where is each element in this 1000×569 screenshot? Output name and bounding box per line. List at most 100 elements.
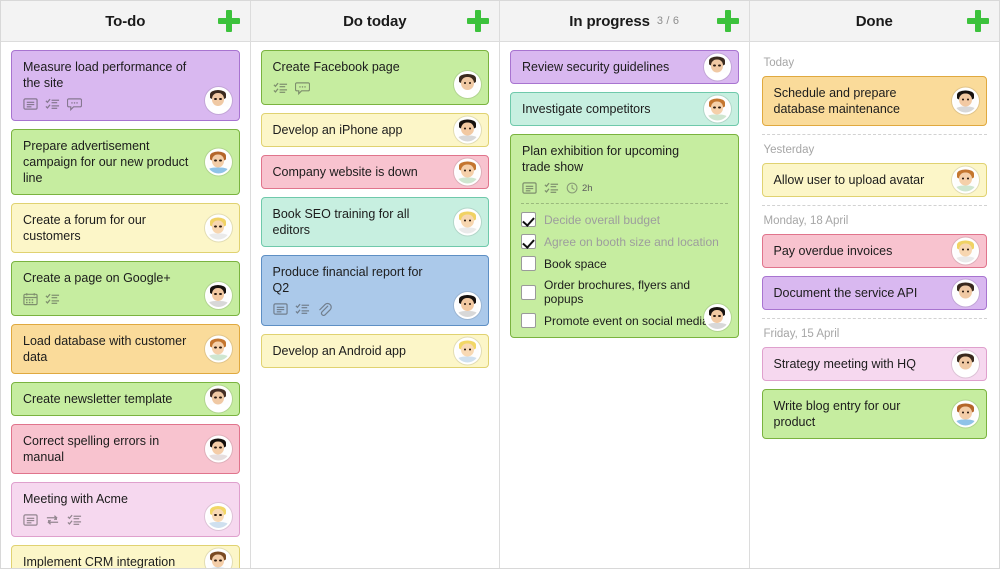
card[interactable]: Create newsletter template (11, 382, 240, 416)
card[interactable]: Document the service API (761, 276, 987, 310)
column-card-list: Measure load performance of the site Prep… (1, 42, 250, 568)
card[interactable]: Develop an iPhone app (260, 113, 489, 147)
card[interactable]: Measure load performance of the site (11, 50, 240, 121)
avatar[interactable] (454, 116, 481, 144)
comment-icon (67, 97, 82, 111)
avatar[interactable] (952, 400, 979, 428)
avatar[interactable] (952, 350, 979, 378)
attachment-icon (317, 302, 332, 316)
avatar[interactable] (703, 95, 731, 123)
column-card-count: 3 / 6 (656, 15, 680, 27)
card-title: Plan exhibition for upcoming trade show (522, 144, 680, 174)
checkbox-checked[interactable] (521, 212, 536, 227)
card-title: Strategy meeting with HQ (773, 357, 916, 371)
checklist-item-label: Decide overall budget (544, 212, 661, 227)
card[interactable]: Implement CRM integration (11, 545, 240, 568)
avatar[interactable] (204, 435, 232, 463)
avatar[interactable] (952, 279, 979, 307)
avatar[interactable] (703, 53, 731, 81)
card-title: Create Facebook page (272, 60, 400, 74)
card[interactable]: Company website is down (260, 155, 489, 189)
card[interactable]: Create Facebook page (260, 50, 489, 105)
date-group-label: Monday, 18 April (763, 215, 849, 227)
card[interactable]: Develop an Android app (260, 334, 489, 368)
card[interactable]: Allow user to upload avatar (761, 163, 987, 197)
column-header: Do today (250, 1, 499, 42)
card-title: Create a page on Google+ (23, 271, 171, 285)
card-title: Load database with customer data (23, 334, 187, 364)
checklist-item[interactable]: Book space (521, 256, 728, 271)
card[interactable]: Create a page on Google+ (11, 261, 240, 316)
date-group: Yesterday Allow user to upload avatar (761, 134, 987, 197)
checkbox-unchecked[interactable] (521, 284, 536, 300)
avatar[interactable] (204, 548, 232, 568)
column-card-list: Review security guidelines Investigate co… (500, 42, 749, 568)
avatar[interactable] (703, 304, 731, 331)
checklist-item[interactable]: Decide overall budget (521, 212, 728, 227)
card[interactable]: Investigate competitors (510, 92, 739, 126)
checklist-icon (45, 292, 60, 306)
date-group-label: Today (763, 57, 795, 69)
card-title: Implement CRM integration (23, 555, 176, 568)
card[interactable]: Write blog entry for our product (761, 389, 987, 439)
card[interactable]: Correct spelling errors in manual (11, 424, 240, 474)
card[interactable]: Produce financial report for Q2 (260, 255, 489, 326)
column-title: Do today (343, 12, 407, 30)
avatar[interactable] (204, 148, 232, 176)
card-meta-icons (23, 96, 193, 112)
column-title: Done (855, 12, 893, 30)
description-icon (23, 97, 38, 111)
add-card-button[interactable] (967, 10, 989, 32)
avatar[interactable] (454, 337, 481, 365)
card[interactable]: Meeting with Acme (11, 482, 240, 537)
avatar[interactable] (454, 158, 481, 186)
time-estimate-badge: 2h (566, 181, 593, 195)
column-title: In progress (569, 12, 650, 30)
checklist-icon (544, 181, 559, 195)
avatar[interactable] (952, 237, 979, 265)
avatar[interactable] (454, 208, 481, 236)
avatar[interactable] (454, 292, 481, 319)
clock-icon (566, 181, 579, 195)
card[interactable]: Book SEO training for all editors (260, 197, 489, 247)
avatar[interactable] (454, 71, 481, 98)
card[interactable]: Strategy meeting with HQ (761, 347, 987, 381)
avatar[interactable] (952, 166, 979, 194)
checklist-item[interactable]: Order brochures, flyers and popups (521, 278, 728, 306)
card-title: Review security guidelines (522, 60, 670, 74)
comment-icon (294, 81, 310, 95)
checkbox-checked[interactable] (521, 234, 536, 249)
card[interactable]: Pay overdue invoices (761, 234, 987, 268)
card[interactable]: Review security guidelines (510, 50, 739, 84)
add-card-button[interactable] (217, 10, 240, 32)
avatar[interactable] (204, 385, 232, 413)
checklist-item[interactable]: Promote event on social media (521, 313, 728, 328)
card[interactable]: Plan exhibition for upcoming trade show 2… (510, 134, 739, 338)
card[interactable]: Schedule and prepare database maintenanc… (761, 76, 987, 126)
add-card-button[interactable] (467, 10, 489, 32)
checklist-item[interactable]: Agree on booth size and location (521, 234, 728, 249)
time-estimate-label: 2h (582, 182, 593, 194)
card[interactable]: Prepare advertisement campaign for our n… (11, 129, 240, 195)
date-group-label: Friday, 15 April (763, 328, 840, 340)
card-title: Document the service API (773, 286, 918, 300)
avatar[interactable] (204, 335, 232, 363)
column-header: In progress 3 / 6 (500, 1, 749, 42)
checklist-icon (45, 97, 60, 111)
avatar[interactable] (204, 282, 232, 309)
checkbox-unchecked[interactable] (521, 256, 536, 271)
avatar[interactable] (952, 87, 979, 115)
column-in-progress: In progress 3 / 6 Review security guidelin… (500, 1, 750, 568)
avatar[interactable] (204, 87, 232, 114)
column-card-list: Create Facebook page Develop an iPhone ap… (251, 42, 500, 568)
checkbox-unchecked[interactable] (521, 313, 536, 328)
card[interactable]: Load database with customer data (11, 324, 240, 374)
avatar[interactable] (204, 503, 232, 530)
card[interactable]: Create a forum for our customers (11, 203, 240, 253)
add-card-button[interactable] (716, 10, 739, 32)
card-title: Correct spelling errors in manual (23, 434, 160, 464)
avatar[interactable] (204, 214, 232, 242)
card-title: Prepare advertisement campaign for our n… (23, 139, 189, 185)
description-icon (23, 513, 38, 527)
card-title: Book SEO training for all editors (272, 207, 410, 237)
